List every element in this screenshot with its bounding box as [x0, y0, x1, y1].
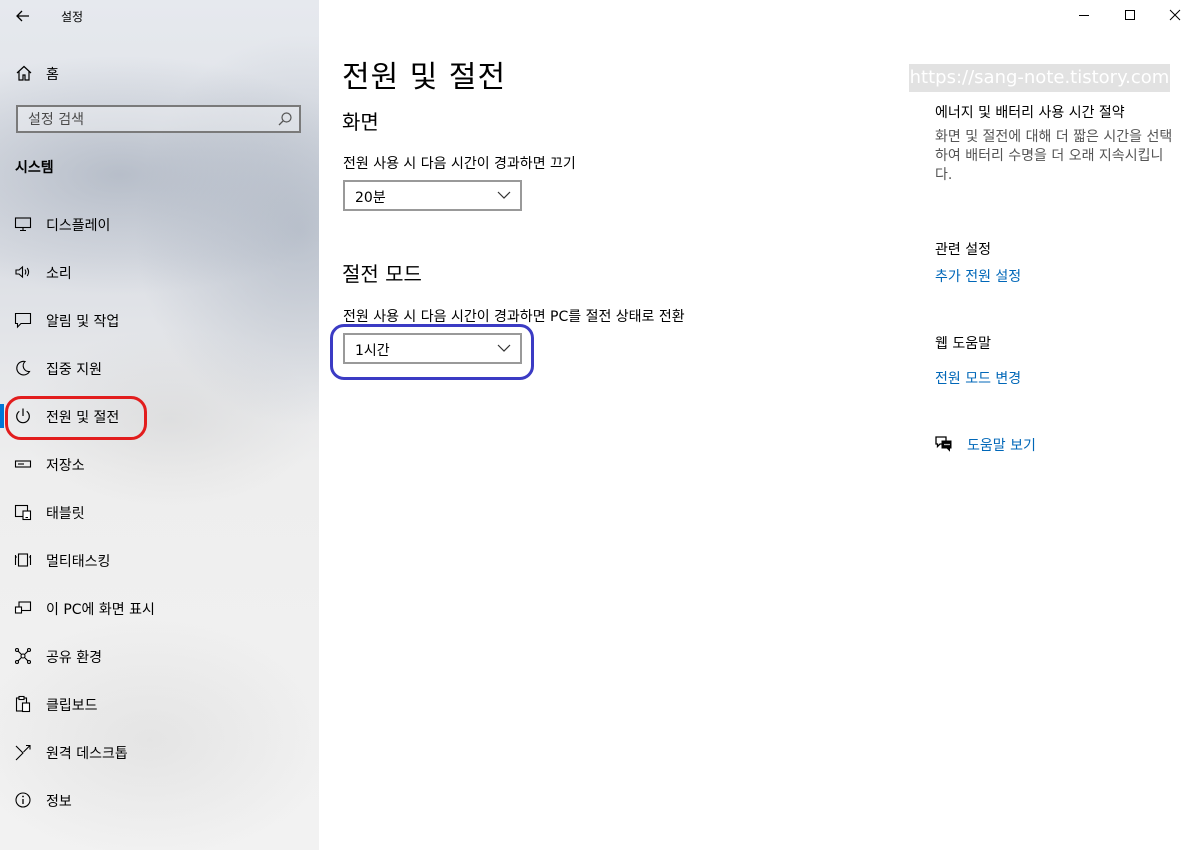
moon-icon	[16, 360, 31, 376]
maximize-icon[interactable]	[1119, 4, 1141, 26]
page-title: 전원 및 절전	[342, 60, 507, 95]
sidebar-item-label: 디스플레이	[46, 218, 111, 234]
sidebar-item-label: 태블릿	[46, 506, 85, 522]
sleep-timeout-description: 전원 사용 시 다음 시간이 경과하면 PC를 절전 상태로 전환	[343, 309, 685, 325]
sidebar-item-label: 집중 지원	[46, 362, 102, 378]
dropdown-value: 1시간	[355, 343, 390, 359]
storage-icon	[14, 460, 32, 468]
additional-power-settings-link[interactable]: 추가 전원 설정	[935, 266, 1021, 286]
chevron-down-icon	[497, 344, 511, 352]
energy-tip-heading: 에너지 및 배터리 사용 시간 절약	[935, 105, 1125, 121]
clipboard-icon	[15, 695, 31, 713]
project-icon	[14, 601, 32, 614]
info-icon	[15, 792, 31, 808]
app-title: 설정	[61, 10, 84, 24]
sidebar-item-display[interactable]: 디스플레이	[0, 201, 319, 247]
sidebar-item-label: 정보	[46, 794, 72, 810]
change-power-mode-link[interactable]: 전원 모드 변경	[935, 368, 1021, 388]
back-arrow-icon[interactable]	[12, 5, 34, 27]
sleep-section-heading: 절전 모드	[342, 262, 422, 286]
section-title: 시스템	[15, 160, 54, 176]
remote-desktop-icon	[15, 744, 31, 761]
web-help-heading: 웹 도움말	[935, 336, 991, 352]
power-icon	[16, 408, 30, 424]
sidebar-item-label: 이 PC에 화면 표시	[46, 602, 155, 618]
sidebar-item-power-sleep[interactable]: 전원 및 절전	[0, 393, 319, 439]
message-icon	[14, 312, 32, 329]
sidebar-item-multitasking[interactable]: 멀티태스킹	[0, 537, 319, 583]
multitask-icon	[14, 553, 32, 567]
sidebar-item-label: 소리	[46, 266, 72, 282]
sidebar-item-notifications[interactable]: 알림 및 작업	[0, 297, 319, 343]
home-icon	[16, 65, 32, 81]
active-indicator	[0, 404, 4, 428]
sidebar: 설정 홈 시스템 디스플레이 소리 알림 및 작업	[0, 0, 319, 850]
sidebar-item-label: 클립보드	[46, 698, 98, 714]
sidebar-item-tablet[interactable]: 태블릿	[0, 489, 319, 535]
sidebar-item-label: 공유 환경	[46, 650, 102, 666]
monitor-icon	[14, 217, 32, 232]
sidebar-item-storage[interactable]: 저장소	[0, 441, 319, 487]
search-icon[interactable]	[277, 111, 293, 127]
home-label: 홈	[46, 67, 59, 83]
sidebar-item-label: 원격 데스크톱	[46, 746, 128, 762]
search-input[interactable]	[26, 109, 280, 131]
chevron-down-icon	[497, 191, 511, 199]
close-icon[interactable]	[1164, 4, 1186, 26]
screen-timeout-description: 전원 사용 시 다음 시간이 경과하면 끄기	[343, 156, 576, 172]
speaker-icon	[15, 265, 30, 279]
sidebar-item-shared-experiences[interactable]: 공유 환경	[0, 633, 319, 679]
watermark: https://sang-note.tistory.com	[909, 64, 1170, 92]
sidebar-item-label: 알림 및 작업	[46, 314, 120, 330]
minimize-icon[interactable]	[1073, 4, 1095, 26]
search-box[interactable]	[16, 105, 301, 133]
dropdown-value: 20분	[355, 190, 386, 206]
title-bar: 설정	[0, 0, 319, 32]
sidebar-item-label: 저장소	[46, 458, 85, 474]
sidebar-item-project-to-pc[interactable]: 이 PC에 화면 표시	[0, 585, 319, 631]
sidebar-item-sound[interactable]: 소리	[0, 249, 319, 295]
home-nav-item[interactable]: 홈	[0, 58, 319, 88]
sidebar-item-remote-desktop[interactable]: 원격 데스크톱	[0, 729, 319, 775]
sleep-timeout-dropdown[interactable]: 1시간	[343, 333, 522, 364]
sidebar-item-label: 멀티태스킹	[46, 554, 111, 570]
sidebar-item-about[interactable]: 정보	[0, 777, 319, 823]
screen-section-heading: 화면	[342, 110, 379, 134]
energy-tip-text: 화면 및 절전에 대해 더 짧은 시간을 선택하여 배터리 수명을 더 오래 지…	[935, 129, 1173, 183]
tablet-icon	[14, 504, 32, 521]
screen-timeout-dropdown[interactable]: 20분	[343, 180, 522, 211]
sidebar-item-label: 전원 및 절전	[46, 410, 120, 426]
sidebar-item-clipboard[interactable]: 클립보드	[0, 681, 319, 727]
get-help-link[interactable]: 도움말 보기	[967, 435, 1036, 455]
sidebar-item-focus-assist[interactable]: 집중 지원	[0, 345, 319, 391]
share-icon	[14, 647, 32, 665]
help-chat-icon	[935, 436, 952, 452]
related-settings-heading: 관련 설정	[935, 242, 991, 258]
